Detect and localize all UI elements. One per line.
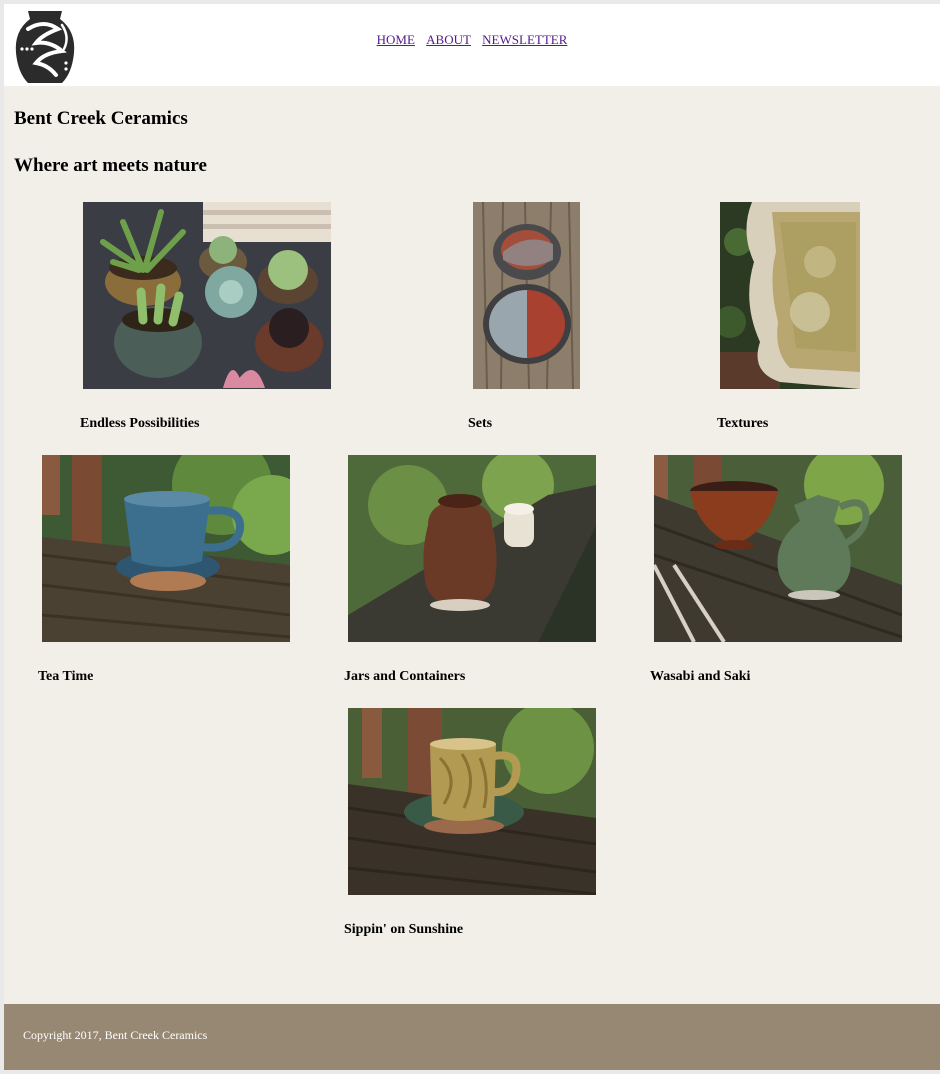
gallery-item-sets[interactable]: Sets xyxy=(468,202,628,442)
bowl-and-pitcher-photo[interactable] xyxy=(654,455,902,642)
gallery-item-jars-and-containers[interactable]: Jars and Containers xyxy=(344,455,644,695)
gallery-caption: Textures xyxy=(717,416,769,431)
bowl-set-photo[interactable] xyxy=(473,202,580,389)
site-footer: Copyright 2017, Bent Creek Ceramics xyxy=(4,1004,940,1070)
gallery-caption: Jars and Containers xyxy=(344,669,466,684)
copyright-text: Copyright 2017, Bent Creek Ceramics xyxy=(23,1028,208,1042)
gallery-item-wasabi-and-saki[interactable]: Wasabi and Saki xyxy=(650,455,940,695)
gallery-item-textures[interactable]: Textures xyxy=(717,202,887,442)
brown-jar-photo[interactable] xyxy=(348,455,596,642)
nav-link-about[interactable]: ABOUT xyxy=(426,32,471,47)
tagline: Where art meets nature xyxy=(14,155,207,176)
site-header: HOME ABOUT NEWSLETTER xyxy=(4,4,940,86)
gallery-caption: Tea Time xyxy=(38,669,94,684)
gallery-item-tea-time[interactable]: Tea Time xyxy=(38,455,338,695)
glazed-platter-photo[interactable] xyxy=(720,202,860,389)
gallery-caption: Wasabi and Saki xyxy=(650,669,751,684)
gallery-caption: Sets xyxy=(468,416,493,431)
gallery-caption: Sippin' on Sunshine xyxy=(344,922,464,937)
succulent-planters-photo[interactable] xyxy=(83,202,331,389)
site-title: Bent Creek Ceramics xyxy=(14,108,188,129)
gallery-item-endless-possibilities[interactable]: Endless Possibilities xyxy=(80,202,380,442)
nav-link-home[interactable]: HOME xyxy=(377,32,415,47)
gallery-item-sippin-on-sunshine[interactable]: Sippin' on Sunshine xyxy=(344,708,644,948)
page-frame: HOME ABOUT NEWSLETTER Bent Creek Ceramic… xyxy=(4,4,940,1070)
nav-link-newsletter[interactable]: NEWSLETTER xyxy=(482,32,567,47)
yellow-mug-photo[interactable] xyxy=(348,708,596,895)
gallery-caption: Endless Possibilities xyxy=(80,416,200,431)
blue-teacup-photo[interactable] xyxy=(42,455,290,642)
main-nav: HOME ABOUT NEWSLETTER xyxy=(4,32,940,48)
